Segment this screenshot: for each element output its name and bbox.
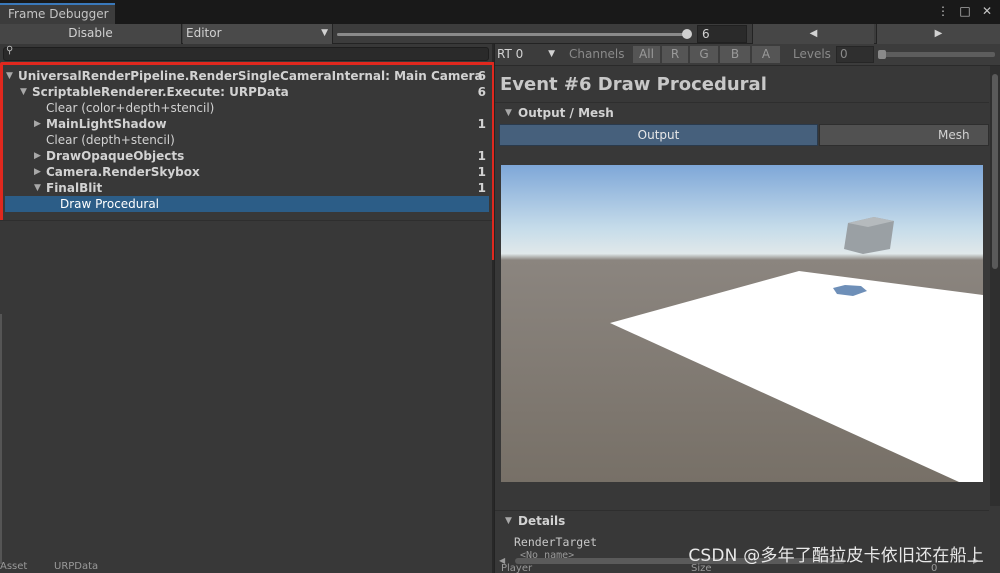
levels-label: Levels [793, 47, 831, 61]
next-event-button[interactable]: ▶ [876, 24, 1000, 44]
channel-all-button[interactable]: All [633, 46, 661, 63]
details-label: Details [518, 514, 566, 528]
left-footer: Asset URPData [0, 561, 492, 573]
right-vertical-scrollbar[interactable] [990, 66, 1000, 506]
tab-output[interactable]: Output [499, 124, 818, 146]
tree-item-count: 6 [477, 85, 486, 99]
foldout-expanded-icon: ▼ [505, 108, 512, 118]
event-tree: ▼ UniversalRenderPipeline.RenderSingleCam… [0, 68, 492, 212]
tree-item-count: 1 [477, 165, 486, 179]
foldout-expanded-icon[interactable]: ▼ [20, 84, 27, 100]
tree-item[interactable]: ▶ Camera.RenderSkybox 1 [0, 164, 492, 180]
event-slider-thumb[interactable] [682, 29, 692, 39]
tree-item[interactable]: ▶ MainLightShadow 1 [0, 116, 492, 132]
foldout-expanded-icon[interactable]: ▼ [34, 180, 41, 196]
tree-item-count: 1 [477, 181, 486, 195]
arrow-left-icon: ◀ [809, 28, 818, 39]
render-target-label: RT 0 [497, 47, 524, 61]
tree-item-label: UniversalRenderPipeline.RenderSingleCame… [18, 69, 483, 83]
event-slider[interactable] [337, 29, 692, 39]
close-icon[interactable]: ✕ [980, 4, 994, 18]
tree-item[interactable]: ▼ UniversalRenderPipeline.RenderSingleCam… [0, 68, 492, 84]
tree-item[interactable]: Draw Procedural [5, 196, 489, 212]
dropdown-arrow-icon: ▼ [548, 49, 555, 59]
white-ground-plane [610, 271, 983, 482]
channel-a-button[interactable]: A [752, 46, 781, 63]
tree-item[interactable]: ▼ FinalBlit 1 [0, 180, 492, 196]
search-field[interactable]: ⚲ [3, 45, 489, 61]
frame-debugger-toolbar: Disable Editor ▼ 6 ◀ ▶ [0, 24, 1000, 44]
foldout-collapsed-icon[interactable]: ▶ [34, 148, 41, 164]
event-tree-empty-area [0, 220, 492, 573]
csdn-watermark: CSDN @多年了酷拉皮卡依旧还在船上 [688, 546, 984, 566]
render-target-select[interactable]: RT 0 ▼ [497, 46, 557, 63]
tab-mesh-preview[interactable]: Mesh Preview [819, 124, 989, 146]
search-icon: ⚲ [6, 45, 14, 56]
tree-item-label: MainLightShadow [46, 117, 167, 131]
tree-item-label: Clear (color+depth+stencil) [46, 101, 215, 115]
levels-field[interactable]: 0 [836, 46, 874, 63]
event-slider-fill [337, 29, 692, 39]
event-tree-panel: ⚲ ▼ UniversalRenderPipeline.RenderSingleC… [0, 44, 495, 573]
channel-r-button[interactable]: R [662, 46, 689, 63]
tree-item[interactable]: ▼ ScriptableRenderer.Execute: URPData 6 [0, 84, 492, 100]
target-select[interactable]: Editor ▼ [183, 24, 333, 44]
right-vertical-scrollbar-thumb[interactable] [992, 74, 998, 269]
levels-slider-thumb[interactable] [878, 50, 886, 59]
channel-b-button[interactable]: B [720, 46, 751, 63]
event-index-field[interactable]: 6 [697, 25, 747, 43]
dropdown-arrow-icon: ▼ [321, 28, 328, 38]
foldout-expanded-icon: ▼ [505, 516, 512, 526]
tree-item-count: 1 [477, 117, 486, 131]
disable-button[interactable]: Disable [0, 24, 182, 44]
tree-item[interactable]: ▶ DrawOpaqueObjects 1 [0, 148, 492, 164]
tree-item-label: Camera.RenderSkybox [46, 165, 200, 179]
footer-asset: Asset [0, 561, 28, 572]
output-mesh-label: Output / Mesh [518, 106, 614, 120]
more-icon[interactable]: ⋮ [936, 4, 950, 18]
tree-item[interactable]: Clear (color+depth+stencil) [0, 100, 492, 116]
footer-urpdata: URPData [54, 561, 99, 572]
event-title: Event #6 Draw Procedural [500, 74, 767, 95]
output-tabs: Output Mesh Preview [499, 124, 989, 146]
output-mesh-section-header[interactable]: ▼ Output / Mesh [495, 102, 989, 122]
event-details-panel: RT 0 ▼ Channels All R G B A Levels 0 Eve… [494, 44, 1000, 573]
footer-player: Player [501, 563, 533, 573]
arrow-right-icon: ▶ [934, 28, 943, 39]
tree-item-count: 1 [477, 149, 486, 163]
window-tab-bar: Frame Debugger ⋮ □ ✕ [0, 0, 1000, 24]
tree-item-count: 6 [477, 69, 486, 83]
tree-item-label: Clear (depth+stencil) [46, 133, 175, 147]
channels-label: Channels [569, 47, 625, 61]
levels-slider[interactable] [878, 50, 995, 59]
tree-item-label: Draw Procedural [60, 197, 160, 211]
render-output-preview [501, 165, 983, 482]
render-target-toolbar: RT 0 ▼ Channels All R G B A Levels 0 [495, 44, 1000, 66]
channel-g-button[interactable]: G [690, 46, 719, 63]
foldout-collapsed-icon[interactable]: ▶ [34, 164, 41, 180]
tree-item-label: ScriptableRenderer.Execute: URPData [32, 85, 289, 99]
previous-event-button[interactable]: ◀ [752, 24, 874, 44]
details-render-target: RenderTarget [514, 535, 598, 549]
tree-item-label: DrawOpaqueObjects [46, 149, 185, 163]
maximize-icon[interactable]: □ [958, 4, 972, 18]
tree-item[interactable]: Clear (depth+stencil) [0, 132, 492, 148]
left-edge-scroll [0, 314, 2, 564]
tab-frame-debugger[interactable]: Frame Debugger [0, 3, 115, 24]
scene-preview-image [610, 217, 983, 482]
target-select-label: Editor [186, 26, 222, 40]
tree-item-label: FinalBlit [46, 181, 103, 195]
foldout-collapsed-icon[interactable]: ▶ [34, 116, 41, 132]
window-menu: ⋮ □ ✕ [936, 4, 994, 18]
details-section-header[interactable]: ▼ Details [495, 510, 989, 530]
foldout-expanded-icon[interactable]: ▼ [6, 68, 13, 84]
